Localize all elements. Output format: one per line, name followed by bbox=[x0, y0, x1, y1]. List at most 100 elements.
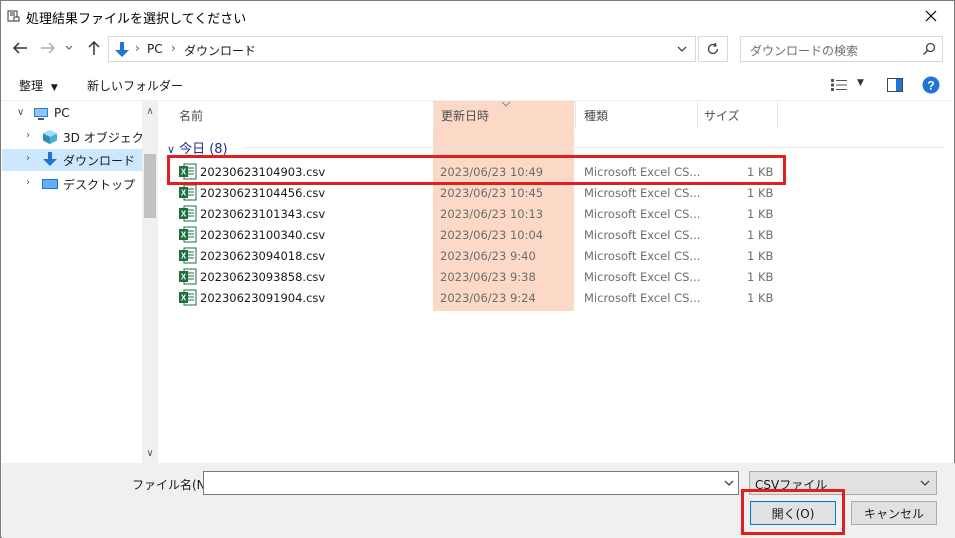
svg-text:X: X bbox=[181, 231, 187, 240]
svg-text:X: X bbox=[181, 273, 187, 282]
file-open-dialog: 処理結果ファイルを選択してください › PC › ダウンロード › ダウンロード… bbox=[0, 0, 955, 538]
excel-csv-icon: X bbox=[179, 226, 197, 243]
file-date: 2023/06/23 9:24 bbox=[440, 291, 536, 305]
file-date: 2023/06/23 9:40 bbox=[440, 249, 536, 263]
file-type: Microsoft Excel CS... bbox=[584, 249, 701, 263]
scrollbar-thumb[interactable] bbox=[144, 154, 156, 218]
chevron-right-icon[interactable]: › bbox=[26, 130, 30, 141]
file-row[interactable]: X 20230623093858.csv 2023/06/23 9:38 Micros… bbox=[173, 266, 793, 287]
preview-pane-icon[interactable] bbox=[887, 78, 903, 92]
back-arrow-icon bbox=[12, 42, 27, 54]
column-header-type[interactable]: 種類 bbox=[584, 101, 696, 129]
group-divider bbox=[245, 147, 945, 148]
3d-objects-icon bbox=[43, 130, 57, 144]
back-button[interactable] bbox=[9, 37, 31, 59]
up-button[interactable] bbox=[83, 37, 105, 59]
up-arrow-icon bbox=[88, 40, 100, 55]
annotation-box-open-button bbox=[741, 489, 845, 535]
excel-csv-icon: X bbox=[179, 268, 197, 285]
file-size: 1 KB bbox=[747, 249, 774, 263]
column-header-label: 種類 bbox=[584, 109, 609, 123]
file-size: 1 KB bbox=[747, 291, 774, 305]
chevron-right-icon: › bbox=[246, 41, 251, 55]
file-row[interactable]: X 20230623091904.csv 2023/06/23 9:24 Micros… bbox=[173, 287, 793, 308]
file-type: Microsoft Excel CS... bbox=[584, 228, 701, 242]
file-row[interactable]: X 20230623101343.csv 2023/06/23 10:13 Micro… bbox=[173, 203, 793, 224]
dialog-footer: ファイル名(N): CSVファイル 開く(O) キャンセル bbox=[2, 463, 955, 538]
scroll-down-icon[interactable]: ∨ bbox=[142, 445, 158, 461]
dialog-icon bbox=[7, 10, 20, 22]
file-type: Microsoft Excel CS... bbox=[584, 207, 701, 221]
file-row[interactable]: X 20230623104456.csv 2023/06/23 10:45 Micro… bbox=[173, 182, 793, 203]
file-size: 1 KB bbox=[747, 270, 774, 284]
dropdown-triangle-icon: ▼ bbox=[50, 83, 58, 93]
organize-button[interactable]: 整理 ▼ bbox=[19, 77, 58, 94]
chevron-right-icon: › bbox=[135, 41, 140, 55]
chevron-right-icon[interactable]: › bbox=[26, 177, 30, 188]
breadcrumb-pc[interactable]: PC bbox=[147, 42, 163, 56]
sort-indicator-icon bbox=[501, 101, 511, 107]
column-header-label: 名前 bbox=[179, 109, 204, 123]
close-button[interactable] bbox=[908, 1, 954, 31]
view-options-icon[interactable] bbox=[831, 79, 847, 91]
chevron-down-icon[interactable] bbox=[724, 476, 734, 490]
file-size: 1 KB bbox=[747, 186, 774, 200]
download-icon bbox=[43, 152, 57, 166]
chevron-down-icon bbox=[920, 480, 930, 486]
refresh-icon bbox=[707, 42, 719, 55]
file-name: 20230623101343.csv bbox=[200, 207, 326, 221]
annotation-box-first-file bbox=[167, 155, 786, 185]
column-header-name[interactable]: 名前 bbox=[179, 101, 433, 129]
dialog-title: 処理結果ファイルを選択してください bbox=[26, 12, 247, 27]
chevron-down-icon[interactable] bbox=[677, 46, 687, 53]
new-folder-button[interactable]: 新しいフォルダー bbox=[87, 77, 183, 94]
excel-csv-icon: X bbox=[179, 289, 197, 306]
svg-text:X: X bbox=[181, 210, 187, 219]
column-divider[interactable] bbox=[433, 101, 434, 129]
tree-item-label: デスクトップ bbox=[63, 178, 136, 192]
forward-button[interactable] bbox=[37, 37, 59, 59]
column-divider[interactable] bbox=[697, 101, 698, 129]
tree-item-pc[interactable]: ∨ PC bbox=[2, 103, 142, 125]
svg-text:X: X bbox=[181, 294, 187, 303]
help-icon[interactable]: ? bbox=[922, 76, 940, 94]
chevron-down-icon[interactable]: ∨ bbox=[17, 107, 24, 118]
tree-item-3d-objects[interactable]: › 3D オブジェクト bbox=[2, 126, 156, 148]
svg-text:?: ? bbox=[927, 79, 934, 93]
filename-field[interactable] bbox=[203, 471, 739, 495]
cancel-button[interactable]: キャンセル bbox=[851, 501, 937, 525]
excel-csv-icon: X bbox=[179, 205, 197, 222]
chevron-right-icon[interactable]: › bbox=[26, 153, 30, 164]
file-date: 2023/06/23 10:13 bbox=[440, 207, 544, 221]
column-header-label: サイズ bbox=[704, 109, 740, 123]
recent-locations-button[interactable] bbox=[62, 37, 76, 59]
nav-pane-scrollbar[interactable]: ∧ ∨ bbox=[142, 101, 158, 463]
file-name: 20230623093858.csv bbox=[200, 270, 326, 284]
file-name: 20230623091904.csv bbox=[200, 291, 326, 305]
file-row[interactable]: X 20230623100340.csv 2023/06/23 10:04 Micro… bbox=[173, 224, 793, 245]
file-size: 1 KB bbox=[747, 228, 774, 242]
search-box[interactable]: ダウンロードの検索 bbox=[740, 36, 943, 62]
column-divider[interactable] bbox=[575, 101, 576, 129]
refresh-button[interactable] bbox=[698, 36, 728, 62]
address-bar[interactable]: › PC › ダウンロード › bbox=[108, 36, 696, 62]
column-header-date[interactable]: 更新日時 bbox=[441, 101, 575, 129]
chevron-right-icon: › bbox=[171, 41, 176, 55]
file-row[interactable]: X 20230623094018.csv 2023/06/23 9:40 Micros… bbox=[173, 245, 793, 266]
tree-item-label: PC bbox=[54, 106, 70, 120]
scroll-up-icon[interactable]: ∧ bbox=[142, 103, 158, 119]
command-bar: 整理 ▼ 新しいフォルダー ▼ ? bbox=[1, 71, 954, 101]
tree-item-desktop[interactable]: › デスクトップ bbox=[2, 173, 142, 195]
cancel-button-label: キャンセル bbox=[863, 506, 924, 521]
column-divider[interactable] bbox=[777, 101, 778, 129]
search-input[interactable]: ダウンロードの検索 bbox=[750, 42, 858, 59]
file-name: 20230623094018.csv bbox=[200, 249, 326, 263]
search-icon bbox=[922, 42, 936, 56]
excel-csv-icon: X bbox=[179, 247, 197, 264]
title-bar: 処理結果ファイルを選択してください bbox=[1, 1, 954, 31]
tree-item-downloads[interactable]: › ダウンロード bbox=[2, 149, 142, 171]
column-header-size[interactable]: サイズ bbox=[704, 101, 776, 129]
view-dropdown-icon[interactable]: ▼ bbox=[857, 78, 864, 88]
navigation-pane: ∨ PC › 3D オブジェクト › ダウンロード › デスクトップ ∧ ∨ bbox=[2, 101, 158, 463]
chevron-down-icon bbox=[65, 45, 73, 50]
